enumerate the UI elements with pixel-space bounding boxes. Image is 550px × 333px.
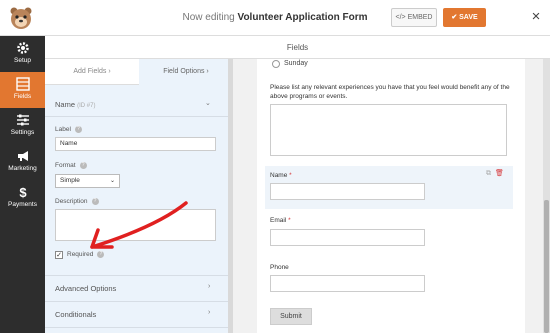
radio-label-sunday: Sunday bbox=[284, 60, 308, 67]
required-mark: * bbox=[289, 172, 292, 179]
top-bar: Now editing Volunteer Application Form <… bbox=[0, 0, 550, 36]
advanced-options-section[interactable]: Advanced Options bbox=[55, 284, 116, 293]
sliders-icon bbox=[16, 114, 29, 126]
format-select[interactable]: Simple ⌄ bbox=[55, 174, 120, 188]
phone-field-label: Phone bbox=[270, 264, 289, 271]
sidebar-item-marketing[interactable]: Marketing bbox=[0, 144, 45, 180]
radio-sunday[interactable] bbox=[272, 60, 280, 68]
sidebar-item-fields[interactable]: Fields bbox=[0, 72, 45, 108]
embed-label: EMBED bbox=[407, 14, 433, 21]
format-select-value: Simple bbox=[60, 177, 80, 184]
help-icon[interactable]: ? bbox=[74, 126, 82, 133]
email-input[interactable] bbox=[270, 229, 425, 246]
chevron-right-icon[interactable]: › bbox=[208, 309, 210, 316]
email-field-label: Email * bbox=[270, 217, 291, 224]
svg-text:$: $ bbox=[19, 185, 27, 199]
builder-sidebar: Setup Fields Settings Marketing $ Paymen… bbox=[0, 36, 45, 333]
conditionals-section[interactable]: Conditionals bbox=[55, 310, 96, 319]
chevron-right-icon[interactable]: › bbox=[208, 283, 210, 290]
tab-add-fields-label: Add Fields bbox=[73, 68, 107, 75]
fields-icon bbox=[15, 77, 30, 91]
name-input[interactable] bbox=[270, 183, 425, 200]
field-section-title: Name bbox=[55, 100, 76, 109]
form-preview: Sunday Please list any relevant experien… bbox=[233, 59, 550, 333]
editing-prefix: Now editing bbox=[182, 12, 235, 23]
fields-header: Fields bbox=[45, 36, 550, 59]
divider bbox=[45, 116, 233, 117]
name-field-label: Name * bbox=[270, 172, 292, 179]
code-icon: </> bbox=[395, 14, 406, 21]
check-icon: ✔ bbox=[451, 14, 458, 21]
form-name: Volunteer Application Form bbox=[237, 12, 368, 23]
phone-input[interactable] bbox=[270, 275, 425, 292]
duplicate-icon[interactable]: ⧉ bbox=[486, 170, 491, 177]
dollar-icon: $ bbox=[19, 185, 27, 199]
sidebar-label-marketing: Marketing bbox=[8, 165, 37, 172]
embed-button[interactable]: </> EMBED bbox=[391, 8, 437, 27]
field-actions: ⧉ 🗑 bbox=[486, 169, 504, 178]
save-label: SAVE bbox=[459, 14, 478, 21]
sidebar-label-setup: Setup bbox=[14, 57, 31, 64]
tab-add-fields[interactable]: Add Fields › bbox=[45, 59, 139, 85]
sidebar-label-settings: Settings bbox=[10, 129, 35, 136]
sidebar-item-setup[interactable]: Setup bbox=[0, 36, 45, 72]
submit-button[interactable]: Submit bbox=[270, 308, 312, 325]
sidebar-label-payments: Payments bbox=[8, 201, 37, 208]
sidebar-item-settings[interactable]: Settings bbox=[0, 108, 45, 144]
tab-field-options-label: Field Options bbox=[163, 68, 205, 75]
label-field-label: Label? bbox=[55, 126, 82, 133]
format-field-label: Format? bbox=[55, 162, 87, 169]
divider bbox=[45, 327, 233, 328]
save-button[interactable]: ✔ SAVE bbox=[443, 8, 486, 27]
chevron-down-icon: ⌄ bbox=[109, 178, 115, 184]
trash-icon[interactable]: 🗑 bbox=[495, 170, 504, 177]
preview-scrollbar-thumb[interactable] bbox=[544, 200, 549, 333]
megaphone-icon bbox=[17, 151, 28, 161]
chevron-right-icon: › bbox=[108, 68, 111, 75]
sidebar-item-payments[interactable]: $ Payments bbox=[0, 180, 45, 216]
sidebar-label-fields: Fields bbox=[13, 93, 32, 100]
field-section-header[interactable]: Name (ID #7) bbox=[55, 100, 95, 109]
label-input[interactable]: Name bbox=[55, 137, 216, 151]
required-checkbox[interactable]: ✓ bbox=[55, 251, 63, 259]
close-icon[interactable]: × bbox=[528, 6, 544, 28]
required-mark: * bbox=[288, 217, 291, 224]
chevron-down-icon[interactable]: ⌄ bbox=[205, 99, 211, 107]
chevron-right-icon: › bbox=[206, 68, 209, 75]
field-id: (ID #7) bbox=[77, 103, 96, 109]
question-text: Please list any relevant experiences you… bbox=[270, 84, 510, 100]
divider bbox=[45, 275, 233, 276]
help-icon[interactable]: ? bbox=[79, 162, 87, 169]
annotation-arrow-icon bbox=[90, 201, 188, 249]
panel-tabs: Add Fields › Field Options › bbox=[45, 59, 233, 85]
experience-textarea[interactable] bbox=[270, 104, 507, 156]
divider bbox=[45, 301, 233, 302]
tab-field-options[interactable]: Field Options › bbox=[139, 59, 233, 85]
gear-icon bbox=[16, 42, 29, 54]
